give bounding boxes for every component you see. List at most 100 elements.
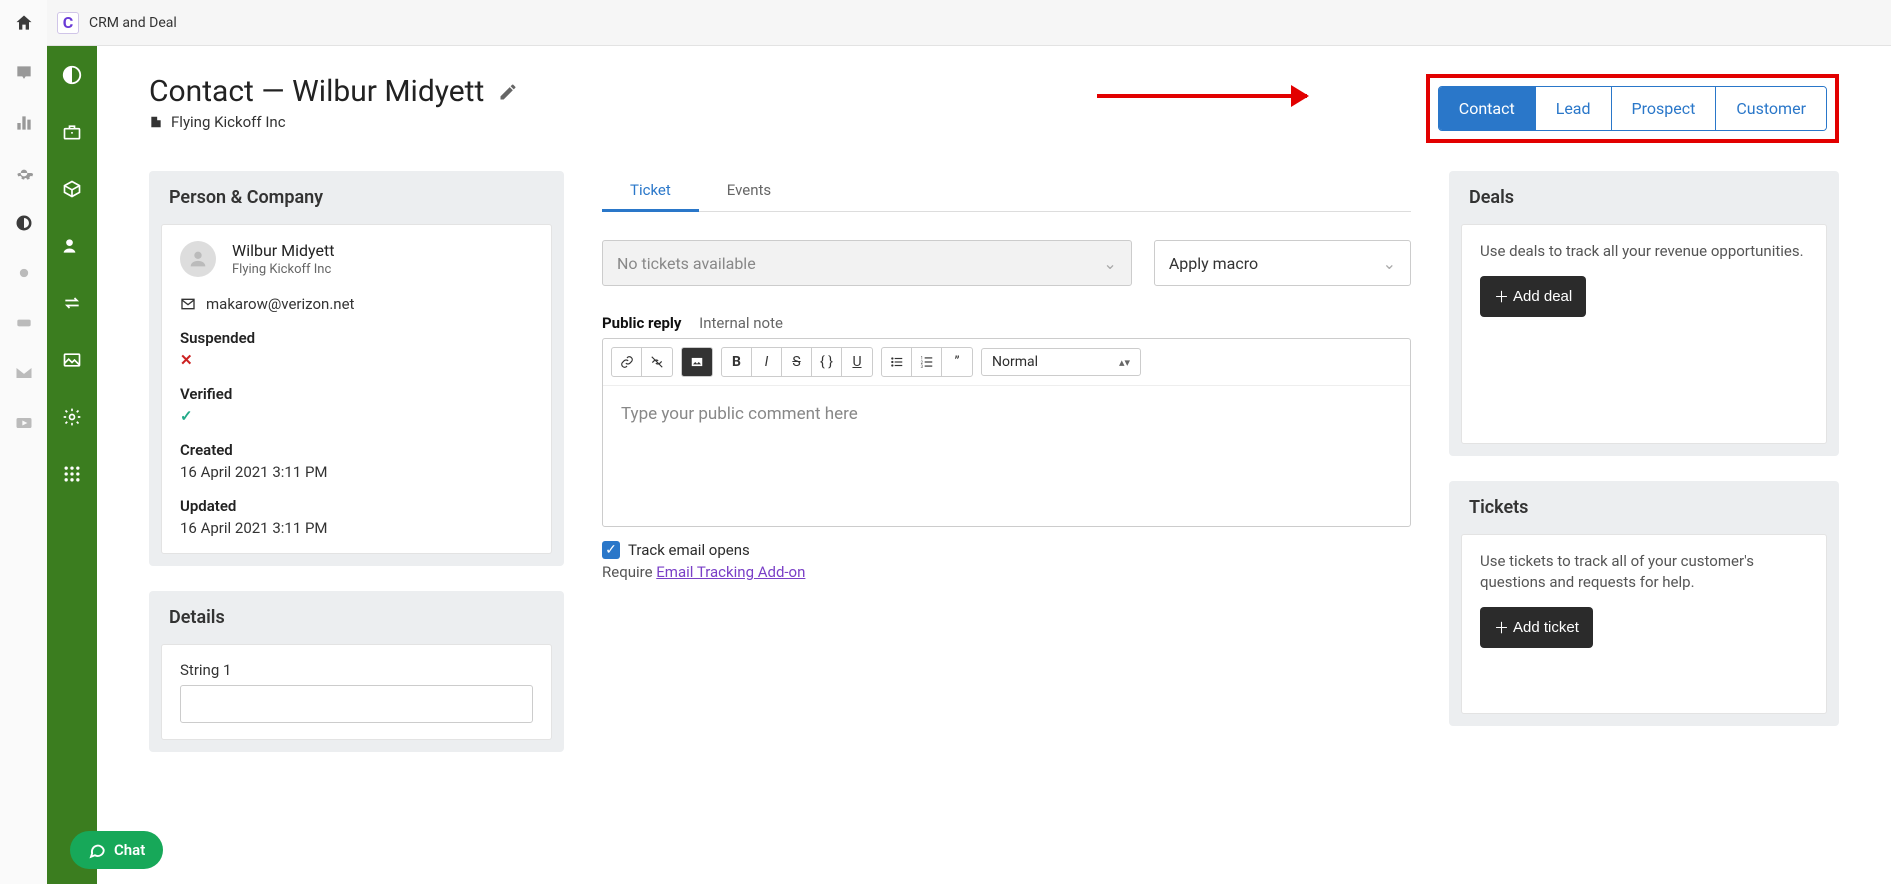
- topbar: C CRM and Deal: [47, 0, 1891, 46]
- person-company-panel: Person & Company Wilbur Midyett Flying K…: [149, 171, 564, 566]
- stage-customer[interactable]: Customer: [1716, 87, 1826, 130]
- underline-button[interactable]: U: [842, 348, 872, 376]
- reply-tab-public[interactable]: Public reply: [602, 314, 681, 332]
- page-title: Contact — Wilbur Midyett: [149, 74, 484, 109]
- tab-events[interactable]: Events: [699, 171, 799, 211]
- format-select[interactable]: Normal ▴▾: [981, 348, 1141, 376]
- details-panel: Details String 1: [149, 591, 564, 752]
- page-header: Contact — Wilbur Midyett Flying Kickoff …: [97, 46, 1891, 153]
- plus-icon: ＋: [1494, 617, 1509, 638]
- editor-toolbar: B I S { } U 123 ” Normal: [603, 339, 1410, 386]
- created-label: Created: [180, 441, 533, 459]
- add-ticket-label: Add ticket: [1513, 619, 1579, 636]
- contacts-icon[interactable]: [61, 235, 83, 257]
- italic-button[interactable]: I: [752, 348, 782, 376]
- add-deal-label: Add deal: [1513, 288, 1572, 305]
- person-email: makarow@verizon.net: [206, 295, 354, 313]
- require-link[interactable]: Email Tracking Add-on: [656, 563, 805, 581]
- tickets-panel: Tickets Use tickets to track all of your…: [1449, 481, 1839, 726]
- editor-textarea[interactable]: Type your public comment here: [603, 386, 1410, 526]
- add-deal-button[interactable]: ＋Add deal: [1480, 276, 1586, 317]
- reply-tab-internal[interactable]: Internal note: [699, 314, 783, 332]
- add-ticket-button[interactable]: ＋Add ticket: [1480, 607, 1593, 648]
- avatar: [180, 241, 216, 277]
- mail-rail-icon[interactable]: [11, 360, 36, 385]
- tab-ticket[interactable]: Ticket: [602, 171, 699, 212]
- tickets-text: Use tickets to track all of your custome…: [1480, 551, 1808, 593]
- person-company-title: Person & Company: [149, 171, 564, 224]
- building-icon: [149, 115, 163, 129]
- list-ul-icon[interactable]: [882, 348, 912, 376]
- chat-label: Chat: [114, 841, 145, 859]
- center-column: Ticket Events No tickets available ⌄ App…: [602, 171, 1411, 581]
- brand-title: CRM and Deal: [89, 15, 177, 31]
- svg-text:3: 3: [920, 364, 923, 369]
- module-rail: [47, 46, 97, 884]
- main-content: Contact — Wilbur Midyett Flying Kickoff …: [97, 46, 1891, 884]
- editor-placeholder: Type your public comment here: [621, 404, 858, 424]
- annotation-arrow: [1097, 94, 1307, 98]
- editor: B I S { } U 123 ” Normal: [602, 338, 1411, 527]
- stage-highlight: Contact Lead Prospect Customer: [1426, 74, 1839, 143]
- string1-label: String 1: [180, 661, 533, 679]
- person-name: Wilbur Midyett: [232, 241, 334, 260]
- require-prefix: Require: [602, 563, 656, 581]
- stage-prospect[interactable]: Prospect: [1612, 87, 1717, 130]
- crm-logo-icon[interactable]: [61, 64, 83, 86]
- format-select-label: Normal: [992, 354, 1038, 370]
- deals-title: Deals: [1449, 171, 1839, 224]
- unlink-icon[interactable]: [642, 348, 672, 376]
- settings-rail-icon[interactable]: [11, 160, 36, 185]
- track-checkbox[interactable]: ✓: [602, 541, 620, 559]
- center-tabs: Ticket Events: [602, 171, 1411, 212]
- code-button[interactable]: { }: [812, 348, 842, 376]
- box-icon[interactable]: [61, 178, 83, 200]
- bold-button[interactable]: B: [722, 348, 752, 376]
- crm-rail-icon[interactable]: [11, 210, 36, 235]
- transfer-icon[interactable]: [61, 292, 83, 314]
- macro-dropdown[interactable]: Apply macro ⌄: [1154, 240, 1411, 286]
- verified-value: ✓: [180, 407, 533, 425]
- app-rail: [0, 0, 47, 884]
- apps-icon[interactable]: [61, 463, 83, 485]
- envelope-icon: [180, 296, 196, 312]
- macro-dropdown-label: Apply macro: [1169, 254, 1258, 273]
- track-label: Track email opens: [628, 541, 750, 559]
- tickets-title: Tickets: [1449, 481, 1839, 534]
- image-icon[interactable]: [61, 349, 83, 371]
- inbox-icon[interactable]: [11, 60, 36, 85]
- string1-input[interactable]: [180, 685, 533, 723]
- ticket-dropdown-label: No tickets available: [617, 254, 756, 273]
- verified-label: Verified: [180, 385, 533, 403]
- edit-icon[interactable]: [498, 82, 518, 102]
- deals-panel: Deals Use deals to track all your revenu…: [1449, 171, 1839, 456]
- image-insert-icon[interactable]: [682, 348, 712, 376]
- strike-button[interactable]: S: [782, 348, 812, 376]
- stage-contact[interactable]: Contact: [1439, 87, 1536, 130]
- settings-green-icon[interactable]: [61, 406, 83, 428]
- link-icon[interactable]: [612, 348, 642, 376]
- more2-icon[interactable]: [11, 310, 36, 335]
- created-value: 16 April 2021 3:11 PM: [180, 463, 533, 481]
- company-name: Flying Kickoff Inc: [171, 113, 286, 131]
- plus-icon: ＋: [1494, 286, 1509, 307]
- stage-lead[interactable]: Lead: [1536, 87, 1612, 130]
- updated-value: 16 April 2021 3:11 PM: [180, 519, 533, 537]
- video-rail-icon[interactable]: [11, 410, 36, 435]
- more1-icon[interactable]: [11, 260, 36, 285]
- chevron-updown-icon: ▴▾: [1119, 356, 1130, 369]
- suspended-value: ✕: [180, 351, 533, 369]
- ticket-dropdown[interactable]: No tickets available ⌄: [602, 240, 1132, 286]
- list-ol-icon[interactable]: 123: [912, 348, 942, 376]
- home-icon[interactable]: [11, 10, 36, 35]
- quote-icon[interactable]: ”: [942, 348, 972, 376]
- suspended-label: Suspended: [180, 329, 533, 347]
- chat-icon: [88, 841, 106, 859]
- reports-icon[interactable]: [11, 110, 36, 135]
- briefcase-icon[interactable]: [61, 121, 83, 143]
- updated-label: Updated: [180, 497, 533, 515]
- details-title: Details: [149, 591, 564, 644]
- stage-selector: Contact Lead Prospect Customer: [1438, 86, 1827, 131]
- chat-widget[interactable]: Chat: [70, 831, 163, 869]
- deals-text: Use deals to track all your revenue oppo…: [1480, 241, 1808, 262]
